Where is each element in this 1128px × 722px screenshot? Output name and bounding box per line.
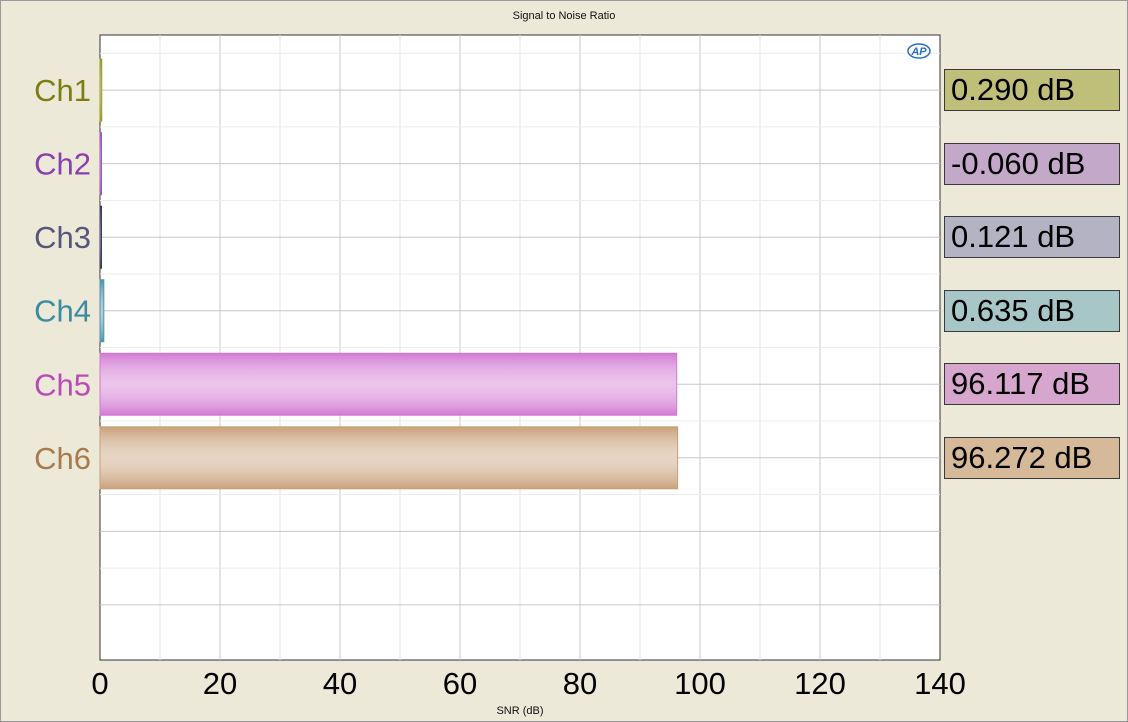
svg-text:AP: AP <box>910 46 927 58</box>
category-label-ch6: Ch6 <box>34 441 91 476</box>
readout-ch4: 0.635 dB <box>944 289 1120 332</box>
category-labels: Ch1 Ch2 Ch3 Ch4 Ch5 Ch6 <box>34 73 91 476</box>
x-tick-label: 60 <box>443 666 477 701</box>
x-tick-label: 40 <box>323 666 357 701</box>
bar-ch6 <box>99 426 679 490</box>
x-tick-label: 120 <box>794 666 846 701</box>
bar-ch3 <box>99 205 102 269</box>
readout-ch5: 96.117 dB <box>944 363 1120 406</box>
category-label-ch4: Ch4 <box>34 294 91 329</box>
bar-shade <box>99 426 679 490</box>
bar-ch5 <box>99 352 678 416</box>
x-tick-label: 140 <box>914 666 966 701</box>
bar-shade <box>99 279 105 343</box>
x-tick-label: 0 <box>91 666 108 701</box>
readout-ch6: 96.272 dB <box>944 436 1120 479</box>
readout-ch3: 0.121 dB <box>944 216 1120 259</box>
x-tick-label: 20 <box>203 666 237 701</box>
readout-ch2: -0.060 dB <box>944 142 1120 185</box>
x-tick-labels: 0 20 40 60 80 100 120 140 <box>91 666 965 701</box>
bar-ch1 <box>99 58 103 122</box>
bar-ch4 <box>99 279 105 343</box>
bar-shade <box>99 352 678 416</box>
x-axis-title: SNR (dB) <box>496 705 544 717</box>
category-label-ch2: Ch2 <box>34 147 91 182</box>
bar-shade <box>99 205 102 269</box>
readout-ch1: 0.290 dB <box>944 69 1120 112</box>
x-tick-label: 100 <box>674 666 726 701</box>
bar-shade <box>99 132 102 196</box>
category-label-ch3: Ch3 <box>34 220 91 255</box>
x-tick-label: 80 <box>563 666 597 701</box>
bar-shade <box>99 58 103 122</box>
category-label-ch1: Ch1 <box>34 73 91 108</box>
bar-ch2 <box>99 132 102 196</box>
category-label-ch5: Ch5 <box>34 367 91 402</box>
